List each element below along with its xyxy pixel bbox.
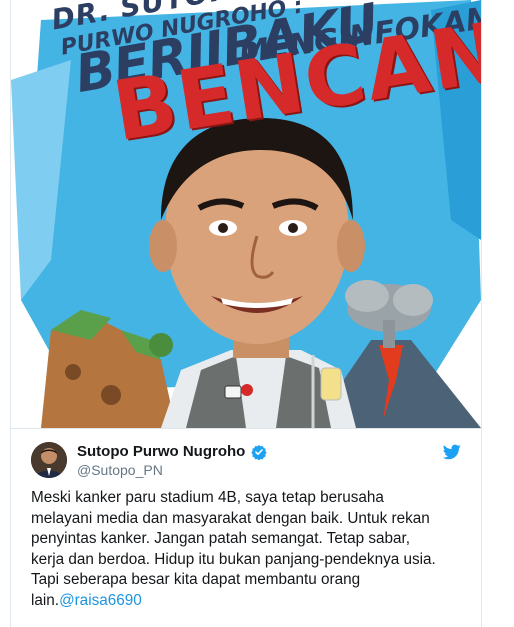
verified-badge-icon (251, 444, 267, 460)
tweet-text-last-line: lain.@raisa6690 (31, 591, 467, 612)
author-handle[interactable]: @Sutopo_PN (77, 462, 163, 478)
author-name[interactable]: Sutopo Purwo Nugroho (77, 443, 245, 460)
tweet-header: Sutopo Purwo Nugroho @Sutopo_PN (31, 440, 461, 484)
tweet-text-lain: lain. (31, 591, 60, 609)
tweet-text-line: kerja dan berdoa. Hidup itu bukan panjan… (31, 550, 436, 568)
mention-link[interactable]: @raisa6690 (59, 592, 142, 609)
tweet-card: DR. SUTOPO PURWO NUGROHO : BERJIBAKU MEN… (10, 0, 482, 627)
avatar[interactable] (31, 442, 67, 478)
author-row: Sutopo Purwo Nugroho (77, 443, 267, 460)
twitter-bird-icon[interactable] (443, 444, 461, 460)
tweet-text: Meski kanker paru stadium 4B, saya tetap… (31, 488, 467, 612)
tweet-text-line: penyintas kanker. Jangan patah semangat.… (31, 530, 411, 548)
tweet-text-line: melayani media dan masyarakat dengan bai… (31, 509, 430, 527)
avatar-photo (31, 442, 67, 478)
tweet-text-line: Meski kanker paru stadium 4B, saya tetap… (31, 489, 384, 506)
tweet-text-line: Tapi seberapa besar kita dapat membantu … (31, 571, 361, 589)
tweet-image[interactable]: DR. SUTOPO PURWO NUGROHO : BERJIBAKU MEN… (11, 0, 481, 429)
